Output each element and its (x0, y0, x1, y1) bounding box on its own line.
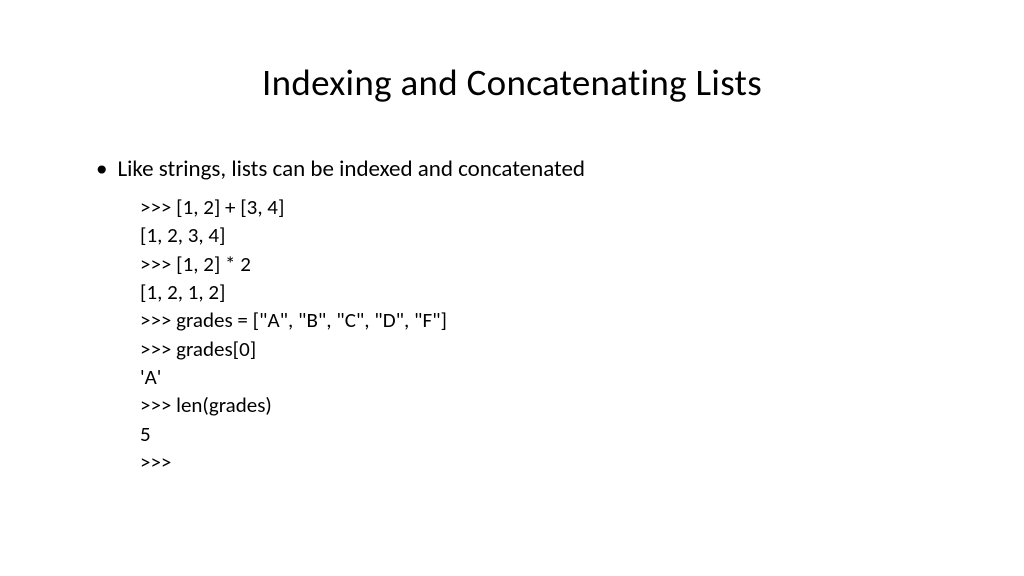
code-line: >>> len(grades) (140, 391, 934, 419)
code-line: >>> [1, 2] + [3, 4] (140, 193, 934, 221)
code-line: 'A' (140, 363, 934, 391)
bullet-text: Like strings, lists can be indexed and c… (117, 155, 585, 185)
slide-title: Indexing and Concatenating Lists (90, 60, 934, 105)
code-line: [1, 2, 3, 4] (140, 221, 934, 249)
code-line: >>> grades[0] (140, 335, 934, 363)
bullet-item: • Like strings, lists can be indexed and… (96, 155, 934, 185)
bullet-dot: • (96, 155, 107, 185)
code-block: >>> [1, 2] + [3, 4] [1, 2, 3, 4] >>> [1,… (96, 193, 934, 476)
slide: Indexing and Concatenating Lists • Like … (0, 0, 1024, 576)
slide-content: • Like strings, lists can be indexed and… (90, 155, 934, 476)
code-line: >>> grades = ["A", "B", "C", "D", "F"] (140, 306, 934, 334)
code-line: [1, 2, 1, 2] (140, 278, 934, 306)
code-line: 5 (140, 420, 934, 448)
code-line: >>> (140, 448, 934, 476)
code-line: >>> [1, 2] * 2 (140, 250, 934, 278)
